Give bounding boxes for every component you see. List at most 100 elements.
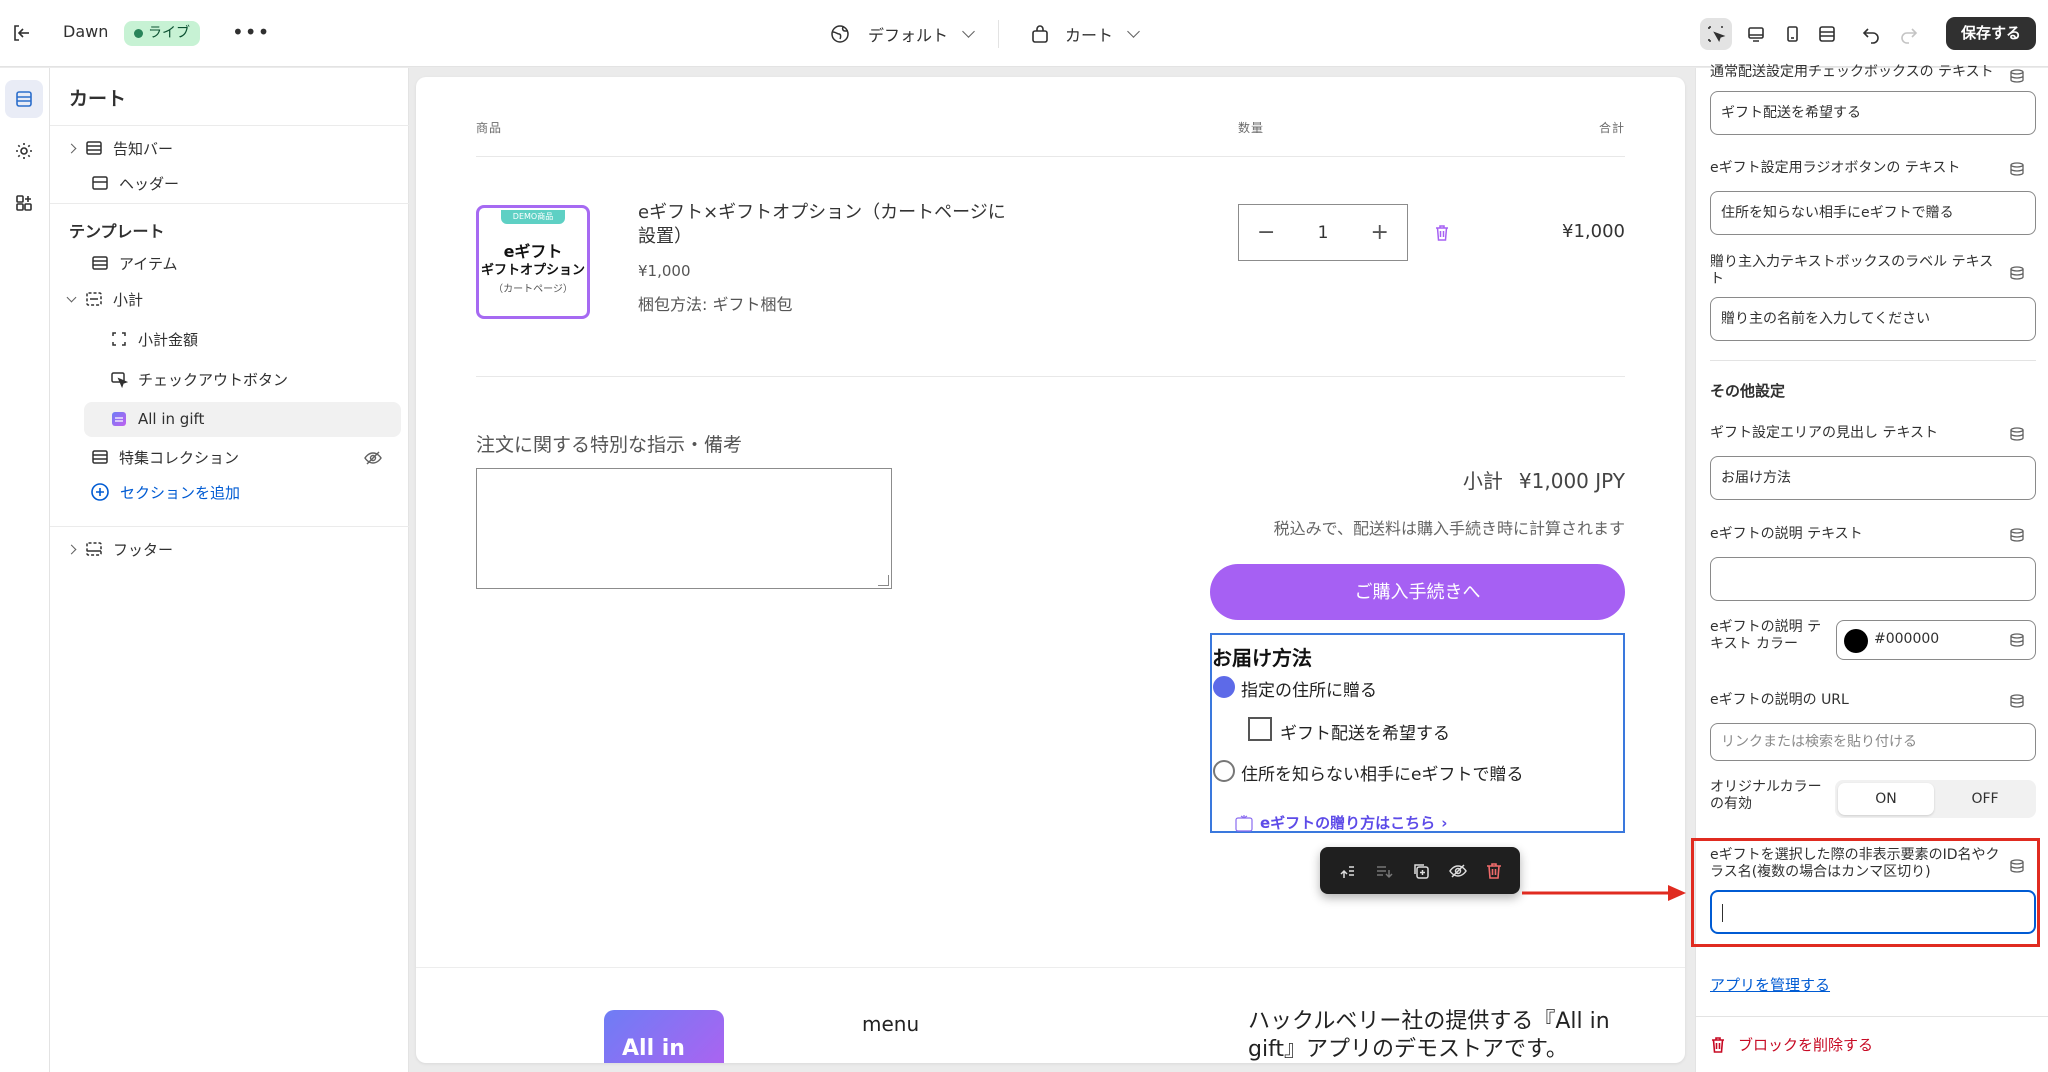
inspector-toggle[interactable] [1700,18,1732,50]
divider [1696,1016,2048,1017]
egift-url-input[interactable]: リンクまたは検索を貼り付ける [1710,723,2036,761]
more-actions-button[interactable]: ••• [232,20,270,44]
eye-off-icon[interactable] [1448,861,1468,881]
quantity-value[interactable]: 1 [1318,223,1329,243]
sidebar-item-subtotal-amount[interactable]: 小計金額 [110,322,198,356]
annotation-highlight-frame [1691,838,2040,947]
add-section-button[interactable]: セクションを追加 [90,475,240,509]
settings-icon [16,143,32,159]
divider [476,376,1625,377]
app-block-icon [112,412,126,426]
annotation-arrow [1522,885,1686,901]
trash-icon [1712,1036,1724,1053]
radio-egift[interactable] [1213,760,1235,782]
sidebar-item-subtotal[interactable]: 小計 [66,282,143,316]
subtotal: 小計 ¥1,000 JPY [1463,465,1625,494]
manage-app-link[interactable]: アプリを管理する [1710,974,1830,995]
database-icon[interactable] [2009,693,2025,709]
egift-description-input[interactable] [1710,557,2036,601]
section-icon [86,542,102,556]
quantity-stepper[interactable]: − 1 + [1238,204,1408,261]
template-selector[interactable]: デフォルト [830,20,975,48]
area-heading-input[interactable]: お届け方法 [1710,456,2036,500]
header-section-icon [92,176,108,190]
checkbox-text-input[interactable]: ギフト配送を希望する [1710,91,2036,135]
sidebar-item-checkout-button[interactable]: チェックアウトボタン [110,362,288,396]
sections-tab[interactable] [5,80,43,118]
page-selector[interactable]: カート [1031,20,1140,48]
sidebar-item-footer[interactable]: フッター [66,532,173,566]
gift-shipping-checkbox[interactable] [1248,717,1272,741]
delete-block-button[interactable]: ブロックを削除する [1710,1034,1873,1055]
theme-settings-tab[interactable] [5,132,43,170]
sidebar-item-label: 告知バー [113,139,174,158]
radio-address[interactable] [1213,676,1235,698]
inspector-icon [1708,26,1726,42]
bag-icon [1032,25,1048,43]
duplicate-icon[interactable] [1411,861,1431,881]
sidebar-item-featured-collection[interactable]: 特集コレクション [91,440,239,474]
desktop-view-button[interactable] [1740,18,1772,50]
block-floating-toolbar [1320,847,1520,894]
egift-howto-label: eギフトの贈り方はこちら [1260,814,1436,832]
mobile-view-button[interactable] [1776,18,1808,50]
sidebar-item-label: ヘッダー [119,174,180,193]
order-note-textarea[interactable] [476,468,892,589]
setting-label: 通常配送設定用チェックボックスの テキスト [1710,64,1994,80]
original-color-toggle[interactable]: ON OFF [1835,780,2036,818]
fullwidth-view-button[interactable] [1811,18,1843,50]
sidebar-item-label: チェックアウトボタン [138,370,289,389]
sidebar-item-all-in-gift[interactable]: All in gift [110,402,204,436]
sidebar-item-announcement-bar[interactable]: 告知バー [66,131,174,165]
sidebar-item-header[interactable]: ヘッダー [91,166,179,200]
product-option: 梱包方法: ギフト梱包 [638,295,793,314]
section-icon [92,450,108,464]
save-button[interactable]: 保存する [1946,17,2036,50]
page-selector-label: カート [1065,26,1114,45]
database-icon[interactable] [2009,68,2025,84]
database-icon[interactable] [2009,527,2025,543]
product-name[interactable]: eギフト×ギフトオプション（カートページに設置） [638,201,1018,249]
chevron-down-icon [962,25,975,38]
color-value[interactable]: #000000 [1874,631,1939,647]
toggle-off[interactable]: OFF [1937,783,2033,815]
divider [416,967,1685,968]
egift-description-color-field[interactable]: #000000 [1836,620,2036,660]
radio-text-input[interactable]: 住所を知らない相手にeギフトで贈る [1710,191,2036,235]
plus-circle-icon [91,483,109,501]
egift-howto-link[interactable]: eギフトの贈り方はこちら › [1234,812,1447,833]
giver-label-input[interactable]: 贈り主の名前を入力してください [1710,297,2036,341]
redo-button[interactable] [1893,18,1925,50]
apps-tab[interactable] [5,184,43,222]
chevron-right-icon [66,143,77,153]
database-icon[interactable] [2009,161,2025,177]
exit-icon[interactable] [10,22,32,44]
move-up-icon[interactable] [1337,861,1357,881]
database-icon[interactable] [2009,632,2025,648]
column-header-quantity: 数量 [1238,121,1265,135]
database-icon[interactable] [2009,426,2025,442]
trash-icon[interactable] [1485,861,1503,881]
sidebar-item-items[interactable]: アイテム [91,246,178,280]
trash-icon[interactable] [1434,224,1450,242]
color-swatch[interactable] [1844,629,1868,653]
sidebar-item-label: 小計金額 [138,330,199,349]
decrease-button[interactable]: − [1257,220,1275,245]
database-icon[interactable] [2009,265,2025,281]
product-thumbnail[interactable]: DEMO商品 eギフト ギフトオプション （カートページ） [476,205,590,319]
order-note-label: 注文に関する特別な指示・備考 [476,434,743,456]
setting-label: eギフトの説明 テキスト カラー [1710,619,1822,652]
tax-note: 税込みで、配送料は購入手続き時に計算されます [1273,519,1625,538]
gift-block[interactable]: お届け方法 指定の住所に贈る ギフト配送を希望する 住所を知らない相手にeギフト… [1210,633,1625,833]
thumb-text: ギフトオプション [480,263,585,278]
toggle-on[interactable]: ON [1838,783,1934,815]
sections-sidebar: カート 告知バー ヘッダー テンプレート アイテム 小計 小計金額 チェックアウ… [50,68,409,1072]
eye-off-icon[interactable] [364,450,382,466]
divider [50,526,409,527]
setting-label: eギフト設定用ラジオボタンの テキスト [1710,160,1961,176]
increase-button[interactable]: + [1371,220,1389,245]
checkout-button[interactable]: ご購入手続きへ [1210,564,1625,620]
move-down-icon[interactable] [1374,861,1394,881]
chevron-right-icon: › [1441,813,1448,832]
undo-button[interactable] [1855,18,1887,50]
